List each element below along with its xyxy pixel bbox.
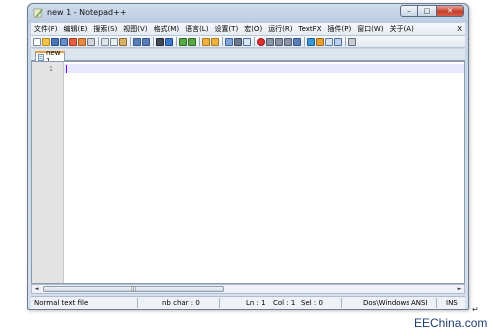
- copy-icon[interactable]: [110, 37, 118, 46]
- open-file-icon[interactable]: [42, 37, 50, 46]
- launch-browser-3-icon[interactable]: [325, 37, 333, 46]
- run-macro-icon[interactable]: [284, 37, 292, 46]
- play-macro-icon[interactable]: [275, 37, 283, 46]
- toolbar-separator: [222, 37, 223, 46]
- menu-search[interactable]: 搜索(S): [90, 23, 120, 35]
- editor-area[interactable]: 1: [31, 61, 465, 284]
- document-saved-icon: [38, 53, 44, 61]
- scrollbar-thumb[interactable]: |||: [43, 286, 224, 292]
- status-selection: Sel : 0: [301, 299, 323, 307]
- maximize-icon: □: [423, 7, 431, 15]
- close-icon: ✕: [447, 7, 453, 15]
- status-file-type: Normal text file: [34, 299, 89, 307]
- minimize-icon: –: [407, 7, 411, 15]
- scroll-left-arrow-icon[interactable]: ◄: [32, 285, 41, 293]
- toolbar-separator: [176, 37, 177, 46]
- toolbar-separator: [130, 37, 131, 46]
- doc-map-icon[interactable]: [334, 37, 342, 46]
- save-macro-icon[interactable]: [293, 37, 301, 46]
- toolbar-separator: [345, 37, 346, 46]
- menu-edit[interactable]: 编辑(E): [61, 23, 91, 35]
- menu-run[interactable]: 运行(R): [265, 23, 295, 35]
- watermark-text: EEChina.com: [414, 316, 488, 330]
- toolbar-separator: [98, 37, 99, 46]
- toolbar-separator: [199, 37, 200, 46]
- title-bar[interactable]: new 1 - Notepad++ – □ ✕: [28, 4, 468, 22]
- minimize-button[interactable]: –: [400, 5, 418, 17]
- find-icon[interactable]: [156, 37, 164, 46]
- undo-icon[interactable]: [133, 37, 141, 46]
- word-wrap-icon[interactable]: [225, 37, 233, 46]
- screenshot-page: new 1 - Notepad++ – □ ✕ 文件(F) 编辑(E) 搜索(S…: [0, 0, 493, 336]
- toolbar-separator: [304, 37, 305, 46]
- record-macro-icon[interactable]: [257, 37, 265, 46]
- toolbar-separator: [254, 37, 255, 46]
- function-list-icon[interactable]: [348, 37, 356, 46]
- window-title: new 1 - Notepad++: [47, 8, 127, 17]
- status-insert-mode: INS: [446, 299, 458, 307]
- maximize-button[interactable]: □: [418, 5, 436, 17]
- indent-guide-icon[interactable]: [243, 37, 251, 46]
- toolbar-separator: [153, 37, 154, 46]
- print-icon[interactable]: [87, 37, 95, 46]
- sync-vertical-icon[interactable]: [202, 37, 210, 46]
- close-all-icon[interactable]: [78, 37, 86, 46]
- sync-horizontal-icon[interactable]: [211, 37, 219, 46]
- paste-icon[interactable]: [119, 37, 127, 46]
- horizontal-scrollbar[interactable]: ◄ ||| ►: [31, 284, 465, 294]
- menu-textfx[interactable]: TextFX: [296, 23, 325, 35]
- status-eol-format: Dos\Windows: [363, 299, 409, 307]
- launch-browser-icon[interactable]: [307, 37, 315, 46]
- replace-icon[interactable]: [165, 37, 173, 46]
- new-file-icon[interactable]: [33, 37, 41, 46]
- status-divider: [219, 298, 220, 308]
- grip-icon: |||: [130, 286, 137, 292]
- close-icon[interactable]: [69, 37, 77, 46]
- menu-settings[interactable]: 设置(T): [211, 23, 241, 35]
- redo-icon[interactable]: [142, 37, 150, 46]
- status-encoding: ANSI: [411, 299, 428, 307]
- zoom-out-icon[interactable]: [188, 37, 196, 46]
- notepad-window: new 1 - Notepad++ – □ ✕ 文件(F) 编辑(E) 搜索(S…: [27, 3, 469, 310]
- launch-browser-2-icon[interactable]: [316, 37, 324, 46]
- status-divider: [137, 298, 138, 308]
- menu-macro[interactable]: 宏(O): [241, 23, 265, 35]
- line-number-gutter: 1: [32, 62, 64, 283]
- close-document-button[interactable]: X: [457, 23, 462, 35]
- status-divider: [341, 298, 342, 308]
- tab-bar: new 1: [31, 49, 465, 65]
- menu-bar: 文件(F) 编辑(E) 搜索(S) 视图(V) 格式(M) 语言(L) 设置(T…: [31, 23, 465, 36]
- save-all-icon[interactable]: [60, 37, 68, 46]
- menu-view[interactable]: 视图(V): [120, 23, 150, 35]
- menu-format[interactable]: 格式(M): [151, 23, 183, 35]
- menu-plugins[interactable]: 插件(P): [325, 23, 355, 35]
- cut-icon[interactable]: [101, 37, 109, 46]
- toolbar: [31, 36, 465, 48]
- status-line: Ln : 1: [246, 299, 266, 307]
- notepad-app-icon: [33, 8, 43, 18]
- save-icon[interactable]: [51, 37, 59, 46]
- paragraph-return-mark: ↵: [472, 305, 479, 314]
- menu-window[interactable]: 窗口(W): [354, 23, 386, 35]
- show-all-chars-icon[interactable]: [234, 37, 242, 46]
- status-column: Col : 1: [273, 299, 296, 307]
- caption-buttons: – □ ✕: [400, 5, 464, 18]
- stop-macro-icon[interactable]: [266, 37, 274, 46]
- scroll-right-arrow-icon[interactable]: ►: [455, 285, 464, 293]
- close-window-button[interactable]: ✕: [436, 5, 464, 17]
- zoom-in-icon[interactable]: [179, 37, 187, 46]
- text-caret: [66, 65, 67, 73]
- menu-language[interactable]: 语言(L): [182, 23, 211, 35]
- status-bar: Normal text file nb char : 0 Ln : 1 Col …: [31, 296, 465, 309]
- status-char-count: nb char : 0: [162, 299, 200, 307]
- tab-new-1[interactable]: new 1: [35, 49, 65, 65]
- menu-file[interactable]: 文件(F): [31, 23, 61, 35]
- status-divider: [436, 298, 437, 308]
- line-number: 1: [48, 65, 53, 73]
- menu-about[interactable]: 关于(A): [387, 23, 417, 35]
- current-line-highlight: [64, 64, 464, 73]
